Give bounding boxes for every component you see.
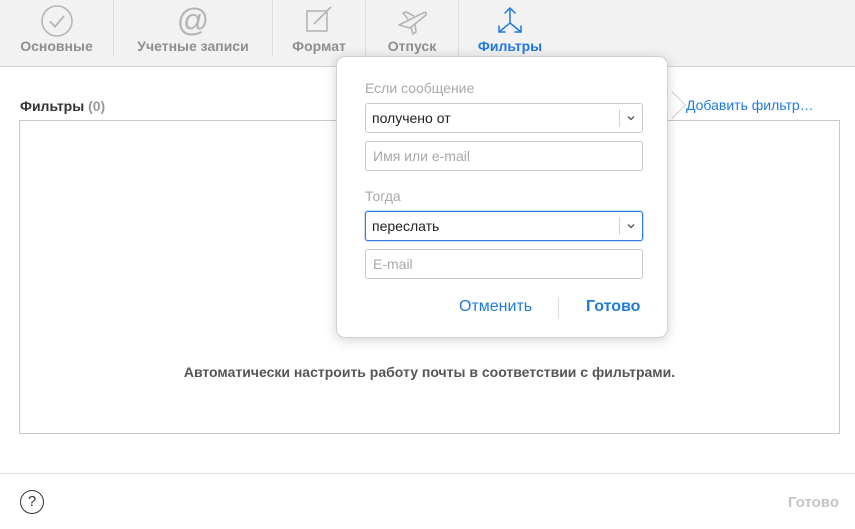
svg-text:@: @ <box>177 3 209 38</box>
filters-count: (0) <box>88 98 106 114</box>
select-divider <box>619 217 620 235</box>
tab-label: Основные <box>20 38 93 54</box>
condition-select[interactable]: получено от <box>365 103 643 133</box>
help-button[interactable]: ? <box>20 490 44 514</box>
checkmark-circle-icon <box>40 5 73 37</box>
compose-icon <box>306 6 332 32</box>
then-label: Тогда <box>365 188 401 204</box>
select-divider <box>619 109 620 127</box>
popover-done-button[interactable]: Готово <box>586 298 640 316</box>
tab-label: Формат <box>292 38 346 54</box>
filters-title-text: Фильтры <box>20 98 85 114</box>
button-divider <box>558 297 559 319</box>
add-filter-popover: Если сообщение получено от Тогда пересла… <box>336 56 668 338</box>
action-select[interactable]: переслать <box>365 211 643 241</box>
arrows-icon <box>498 7 522 33</box>
tab-label: Учетные записи <box>137 38 249 54</box>
done-button[interactable]: Готово <box>788 494 839 511</box>
action-select-value: переслать <box>372 218 440 234</box>
cancel-button[interactable]: Отменить <box>459 298 532 316</box>
tab-general[interactable]: Основные <box>0 0 113 66</box>
filters-heading: Фильтры (0) <box>20 98 105 114</box>
forward-email-input[interactable] <box>365 249 643 279</box>
airplane-icon <box>398 11 427 35</box>
tab-accounts[interactable]: @ Учетные записи <box>114 0 272 66</box>
chevron-down-icon <box>627 116 635 121</box>
footer-divider <box>0 473 855 474</box>
empty-state-message: Автоматически настроить работу почты в с… <box>183 364 676 380</box>
tab-label: Фильтры <box>477 38 543 54</box>
tab-label: Отпуск <box>387 38 437 54</box>
add-filter-link[interactable]: Добавить фильтр… <box>686 97 814 113</box>
chevron-down-icon <box>627 224 635 229</box>
condition-select-value: получено от <box>372 110 451 126</box>
at-sign-icon: @ <box>177 3 209 38</box>
if-message-label: Если сообщение <box>365 80 475 96</box>
sender-input[interactable] <box>365 141 643 171</box>
